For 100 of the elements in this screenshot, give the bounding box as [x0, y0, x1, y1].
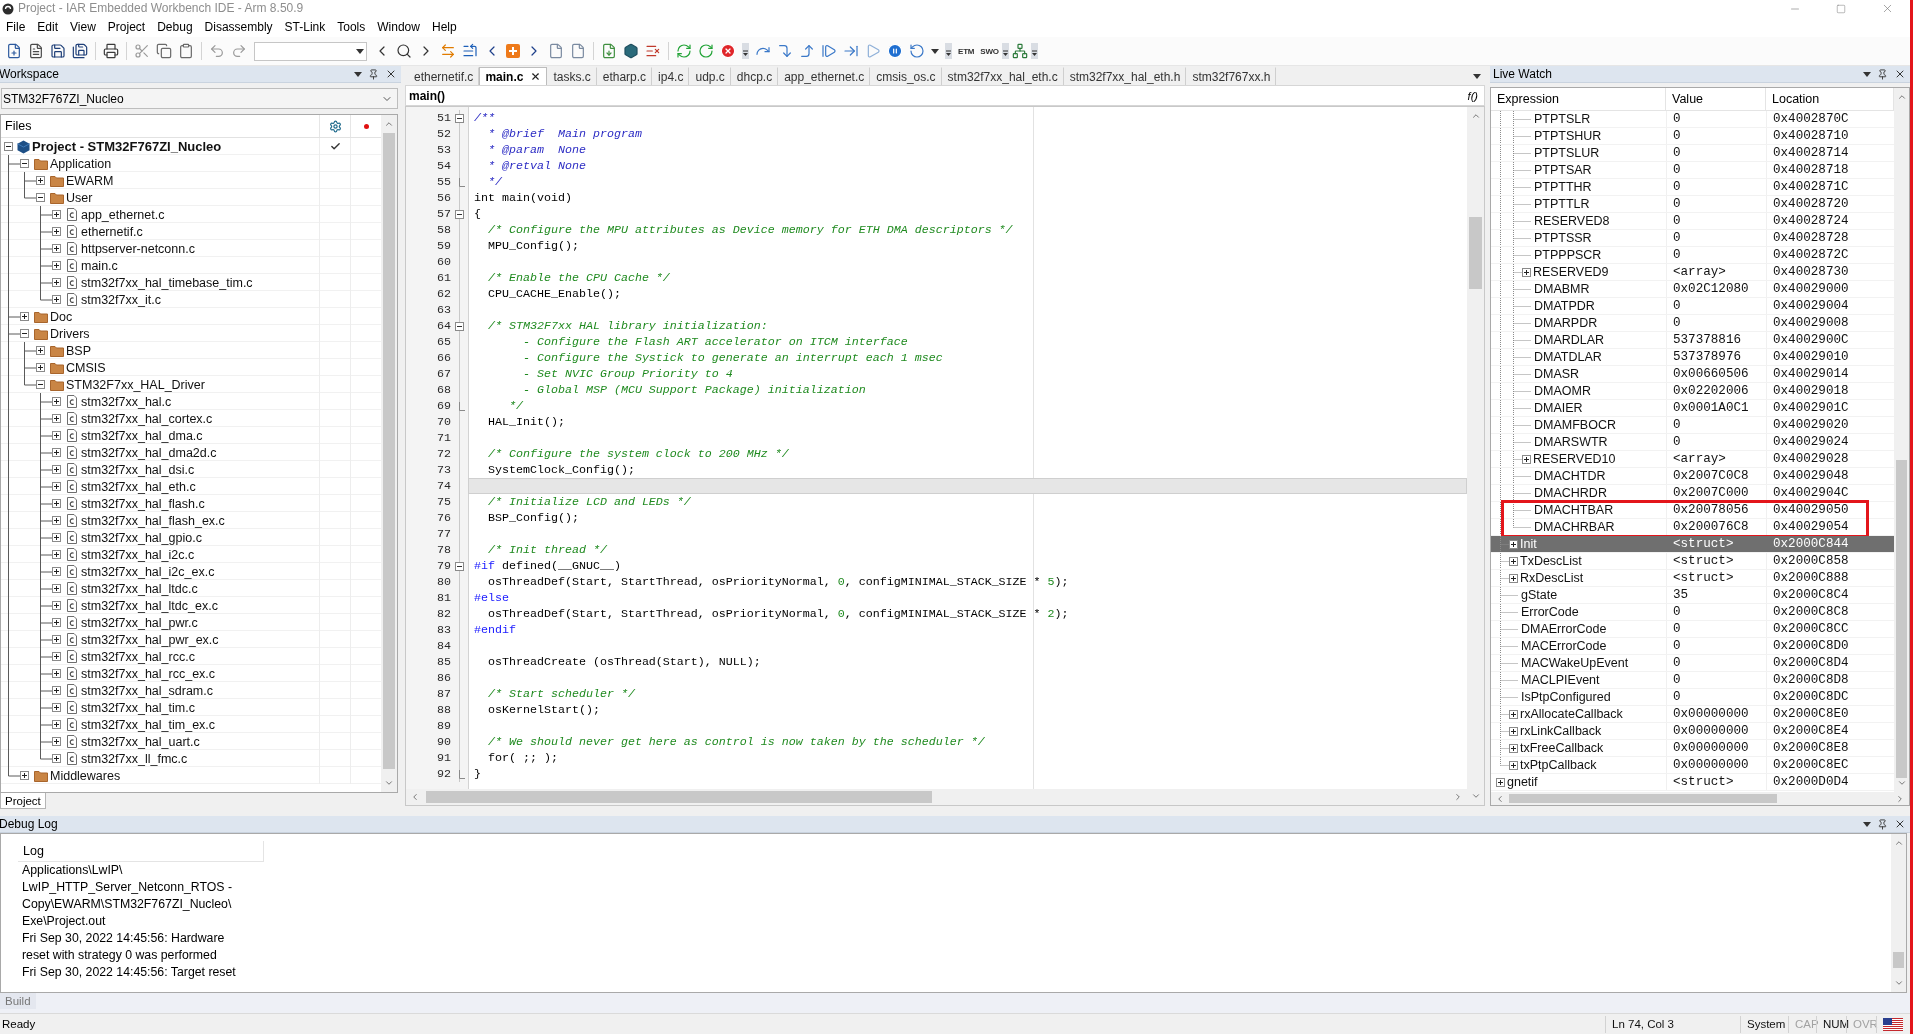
- tree-item[interactable]: stm32f7xx_hal_rcc.c: [81, 649, 195, 664]
- swap-arrows-icon[interactable]: [440, 43, 456, 59]
- tree-toggle[interactable]: [36, 176, 45, 185]
- menu-item[interactable]: View: [64, 18, 102, 36]
- tree-item[interactable]: stm32f7xx_hal_i2c_ex.c: [81, 564, 215, 579]
- tree-item[interactable]: httpserver-netconn.c: [81, 241, 195, 256]
- tree-toggle[interactable]: [1509, 539, 1518, 549]
- document-icon[interactable]: [28, 43, 44, 59]
- tree-toggle[interactable]: [52, 414, 61, 423]
- tree-item[interactable]: stm32f7xx_hal_tim_ex.c: [81, 717, 216, 732]
- tree-item[interactable]: stm32f7xx_hal_tim.c: [81, 700, 195, 715]
- tree-item[interactable]: stm32f7xx_hal_timebase_tim.c: [81, 275, 253, 290]
- tree-toggle[interactable]: [52, 703, 61, 712]
- tree-toggle[interactable]: [1522, 454, 1531, 464]
- tree-item[interactable]: EWARM: [66, 173, 114, 188]
- pin-icon[interactable]: [1877, 68, 1888, 80]
- tree-toggle[interactable]: [52, 550, 61, 559]
- vertical-scrollbar[interactable]: [1891, 834, 1906, 992]
- watch-row[interactable]: Init <struct> 0x2000C844: [1491, 536, 1894, 553]
- list-arrow-icon[interactable]: [462, 43, 478, 59]
- watch-row[interactable]: gnetif <struct> 0x2000D0D4: [1491, 774, 1894, 791]
- tree-item[interactable]: stm32f7xx_hal_gpio.c: [81, 530, 202, 545]
- tree-toggle[interactable]: [52, 278, 61, 287]
- pause-icon[interactable]: [887, 43, 903, 59]
- watch-row[interactable]: DMARPDR 0 0x40029008: [1491, 315, 1894, 332]
- menu-item[interactable]: File: [0, 18, 32, 36]
- watch-row[interactable]: txFreeCallback 0x00000000 0x2000C8E8: [1491, 740, 1894, 757]
- watch-row[interactable]: TxDescList <struct> 0x2000C858: [1491, 553, 1894, 570]
- tree-item[interactable]: stm32f7xx_hal_dma.c: [81, 428, 203, 443]
- refresh-icon[interactable]: [676, 43, 692, 59]
- tree-item[interactable]: Project - STM32F767ZI_Nucleo: [32, 139, 222, 154]
- scroll-up-icon[interactable]: [1893, 838, 1904, 848]
- fold-toggle[interactable]: [455, 321, 464, 331]
- configuration-dropdown[interactable]: STM32F767ZI_Nucleo: [1, 88, 398, 109]
- tree-toggle[interactable]: [52, 584, 61, 593]
- fold-toggle[interactable]: [455, 113, 464, 123]
- tree-toggle[interactable]: [1509, 726, 1518, 736]
- watch-row[interactable]: PTPTSAR 0 0x40028718: [1491, 162, 1894, 179]
- tree-item[interactable]: Doc: [50, 309, 73, 324]
- tree-toggle[interactable]: [52, 669, 61, 678]
- tree-item[interactable]: BSP: [66, 343, 91, 358]
- panel-tab[interactable]: Build: [0, 993, 36, 1009]
- scroll-down-icon[interactable]: [384, 778, 394, 788]
- menu-item[interactable]: Help: [425, 18, 463, 36]
- tree-toggle[interactable]: [52, 601, 61, 610]
- tree-item[interactable]: STM32F7xx_HAL_Driver: [66, 377, 205, 392]
- tree-toggle[interactable]: [52, 720, 61, 729]
- tree-item[interactable]: stm32f7xx_hal_i2c.c: [81, 547, 195, 562]
- tree-toggle[interactable]: [52, 516, 61, 525]
- scroll-thumb[interactable]: [426, 791, 932, 803]
- watch-row[interactable]: PTPTTHR 0 0x4002871C: [1491, 179, 1894, 196]
- hexagon-icon[interactable]: [623, 43, 639, 59]
- cut-icon[interactable]: [134, 43, 150, 59]
- tree-toggle[interactable]: [52, 567, 61, 576]
- scroll-thumb[interactable]: [1509, 794, 1777, 803]
- toolbar-overflow-icon[interactable]: [945, 43, 952, 59]
- scroll-thumb[interactable]: [1893, 952, 1904, 968]
- tree-toggle[interactable]: [52, 737, 61, 746]
- watch-row[interactable]: MACErrorCode 0 0x2000C8D0: [1491, 638, 1894, 655]
- tree-item[interactable]: stm32f7xx_hal_rcc_ex.c: [81, 666, 216, 681]
- watch-row[interactable]: PTPTTLR 0 0x40028720: [1491, 196, 1894, 213]
- dropdown-caret-icon[interactable]: [931, 48, 939, 54]
- tab-list-caret-icon[interactable]: [1473, 73, 1481, 79]
- watch-row[interactable]: DMATDLAR 537378976 0x40029010: [1491, 349, 1894, 366]
- tree-toggle[interactable]: [1509, 760, 1518, 770]
- tree-toggle[interactable]: [20, 159, 29, 168]
- tree-toggle[interactable]: [4, 142, 13, 151]
- tree-item[interactable]: app_ethernet.c: [81, 207, 165, 222]
- tree-toggle[interactable]: [52, 686, 61, 695]
- tree-toggle[interactable]: [52, 635, 61, 644]
- save-all-icon[interactable]: [72, 43, 88, 59]
- watch-row[interactable]: txPtpCallback 0x00000000 0x2000C8EC: [1491, 757, 1894, 774]
- panel-menu-caret-icon[interactable]: [354, 71, 362, 77]
- scroll-down-icon[interactable]: [1893, 978, 1904, 988]
- toolbar-overflow-icon[interactable]: [1001, 43, 1009, 59]
- watch-row[interactable]: DMACHTBAR 0x20078056 0x40029050: [1491, 502, 1894, 519]
- tree-toggle[interactable]: [1509, 556, 1518, 566]
- tree-toggle[interactable]: [52, 499, 61, 508]
- download-file-icon[interactable]: [601, 43, 617, 59]
- watch-row[interactable]: MACLPIEvent 0 0x2000C8D8: [1491, 672, 1894, 689]
- close-icon[interactable]: [385, 68, 397, 80]
- tree-toggle[interactable]: [52, 533, 61, 542]
- watch-row[interactable]: rxLinkCallback 0x00000000 0x2000C8E4: [1491, 723, 1894, 740]
- tree-item[interactable]: stm32f7xx_hal.c: [81, 394, 172, 409]
- watch-row[interactable]: DMAErrorCode 0 0x2000C8CC: [1491, 621, 1894, 638]
- tree-item[interactable]: ethernetif.c: [81, 224, 143, 239]
- watch-row[interactable]: DMAIER 0x0001A0C1 0x4002901C: [1491, 400, 1894, 417]
- tree-toggle[interactable]: [20, 329, 29, 338]
- tree-toggle[interactable]: [52, 295, 61, 304]
- watch-row[interactable]: PTPPPSCR 0 0x4002872C: [1491, 247, 1894, 264]
- stop-icon[interactable]: [720, 43, 736, 59]
- scroll-up-icon[interactable]: [1470, 111, 1481, 121]
- tree-item[interactable]: CMSIS: [66, 360, 106, 375]
- trace-button[interactable]: ETM: [955, 46, 978, 56]
- tree-toggle[interactable]: [52, 482, 61, 491]
- scroll-down-icon[interactable]: [1470, 791, 1481, 801]
- tree-item[interactable]: User: [66, 190, 93, 205]
- fold-toggle[interactable]: [455, 561, 464, 571]
- watch-row[interactable]: PTPTSHUR 0 0x40028710: [1491, 128, 1894, 145]
- paste-icon[interactable]: [178, 43, 194, 59]
